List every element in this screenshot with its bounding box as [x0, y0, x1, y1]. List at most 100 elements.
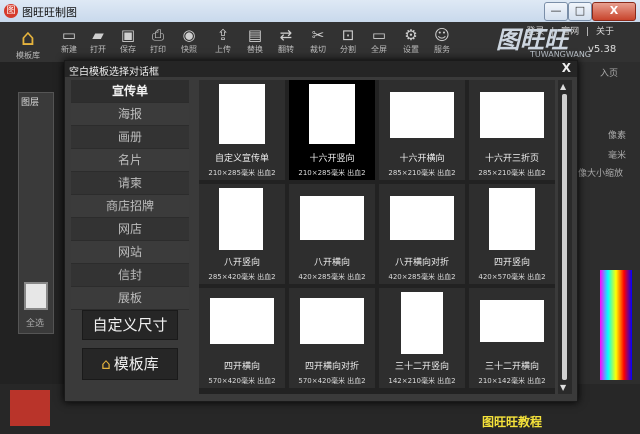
template-library-home-button[interactable]: ⌂ 模板库: [10, 28, 46, 61]
gear-icon: ⚙: [404, 26, 418, 44]
template-card[interactable]: 三十二开横向 210×142毫米 出血2: [469, 288, 555, 388]
category-website[interactable]: 网站: [71, 241, 189, 264]
template-card[interactable]: 八开竖向 285×420毫米 出血2: [199, 184, 285, 284]
replace-icon: ▤: [247, 26, 263, 44]
app-window: 图 图旺旺制图 — □ X 登录 | 官网 | 关于 ⌂ 模板库 ▭ 新建 ▰ 打开…: [0, 0, 640, 434]
flip-icon: ⇄: [279, 26, 293, 44]
layer-thumbnail[interactable]: [24, 282, 48, 310]
scroll-down-icon[interactable]: ▼: [560, 383, 566, 392]
title-bar: 图 图旺旺制图 — □ X: [0, 0, 640, 23]
brand-english: TUWANGWANG: [530, 50, 591, 59]
tool-label: 分割: [340, 45, 356, 54]
template-size: 570×420毫米 出血2: [208, 377, 276, 385]
template-size: 420×285毫米 出血2: [388, 273, 456, 281]
template-size: 210×285毫米 出血2: [298, 169, 366, 177]
template-name: 三十二开竖向: [394, 362, 449, 372]
select-all-label[interactable]: 全选: [26, 316, 44, 329]
category-invitation[interactable]: 请柬: [71, 172, 189, 195]
template-card[interactable]: 四开横向对折 570×420毫米 出血2: [289, 288, 375, 388]
paper-preview: [300, 298, 364, 344]
mm-label: 毫米: [608, 151, 627, 161]
template-name: 十六开竖向: [309, 154, 355, 164]
paper-preview: [489, 188, 535, 250]
template-scrollbar[interactable]: ▲ ▼: [558, 80, 572, 394]
replace-button[interactable]: ▤ 替换: [242, 26, 268, 55]
split-button[interactable]: ⊡ 分割: [335, 26, 361, 55]
service-button[interactable]: ☺ 服务: [429, 26, 455, 55]
template-name: 三十二开横向: [484, 362, 539, 372]
color-palette[interactable]: [600, 270, 632, 380]
tutorial-link[interactable]: 图旺旺教程: [482, 413, 542, 430]
template-size: 285×420毫米 出血2: [208, 273, 276, 281]
paper-preview: [210, 298, 274, 344]
tool-label: 保存: [120, 45, 136, 54]
template-name: 自定义宣传单: [214, 154, 269, 164]
dialog-close-button[interactable]: X: [562, 61, 571, 75]
scroll-up-icon[interactable]: ▲: [560, 82, 566, 91]
fullscreen-button[interactable]: ▭ 全屏: [366, 26, 392, 55]
upload-icon: ⇪: [216, 26, 230, 44]
category-brochure[interactable]: 画册: [71, 126, 189, 149]
category-envelope[interactable]: 信封: [71, 264, 189, 287]
template-name: 四开横向: [223, 362, 260, 372]
template-library-label: 模板库: [113, 355, 159, 373]
scroll-thumb[interactable]: [562, 94, 567, 380]
new-file-icon: ▭: [61, 26, 77, 44]
template-card[interactable]: 十六开横向 285×210毫米 出血2: [379, 80, 465, 180]
template-name: 十六开三折页: [484, 154, 539, 164]
pixel-label: 像素: [608, 131, 627, 141]
template-name: 八开横向: [313, 258, 350, 268]
save-button[interactable]: ▣ 保存: [115, 26, 141, 55]
service-icon: ☺: [434, 26, 450, 44]
category-poster[interactable]: 海报: [71, 103, 189, 126]
upload-button[interactable]: ⇪ 上传: [210, 26, 236, 55]
tool-label: 打印: [150, 45, 166, 54]
template-card[interactable]: 自定义宣传单 210×285毫米 出血2: [199, 80, 285, 180]
template-library-button[interactable]: ⌂ 模板库: [82, 348, 178, 380]
template-size: 210×142毫米 出血2: [478, 377, 546, 385]
split-icon: ⊡: [341, 26, 355, 44]
paper-preview: [309, 84, 355, 144]
category-business-card[interactable]: 名片: [71, 149, 189, 172]
template-card[interactable]: 四开竖向 420×570毫米 出血2: [469, 184, 555, 284]
template-card[interactable]: 十六开三折页 285×210毫米 出血2: [469, 80, 555, 180]
open-button[interactable]: ▰ 打开: [85, 26, 111, 55]
template-name: 十六开横向: [399, 154, 445, 164]
crop-button[interactable]: ✂ 裁切: [305, 26, 331, 55]
print-button[interactable]: ⎙ 打印: [145, 26, 171, 55]
category-shop-sign[interactable]: 商店招牌: [71, 195, 189, 218]
dialog-title: 空白模板选择对话框: [69, 67, 159, 78]
scale-label: 像大小缩放: [578, 169, 624, 179]
template-card-selected[interactable]: 十六开竖向 210×285毫米 出血2: [289, 80, 375, 180]
category-flyer[interactable]: 宣传单: [71, 80, 189, 103]
flip-button[interactable]: ⇄ 翻转: [273, 26, 299, 55]
category-list: 宣传单 海报 画册 名片 请柬 商店招牌 网店 网站 信封 展板: [71, 80, 189, 310]
new-button[interactable]: ▭ 新建: [56, 26, 82, 55]
template-name: 四开横向对折: [304, 362, 359, 372]
settings-button[interactable]: ⚙ 设置: [398, 26, 424, 55]
category-display-board[interactable]: 展板: [71, 287, 189, 310]
printer-icon: ⎙: [151, 26, 164, 44]
custom-size-button[interactable]: 自定义尺寸: [82, 310, 178, 340]
snapshot-button[interactable]: ◉ 快照: [176, 26, 202, 55]
page-thumbnail[interactable]: [10, 390, 50, 426]
minimize-button[interactable]: —: [544, 2, 568, 21]
enter-page-label: 入页: [600, 69, 619, 79]
maximize-button[interactable]: □: [568, 2, 592, 21]
template-name: 四开竖向: [493, 258, 530, 268]
template-size: 420×570毫米 出血2: [478, 273, 546, 281]
close-window-button[interactable]: X: [592, 2, 636, 21]
tool-label: 设置: [403, 45, 419, 54]
template-card[interactable]: 八开横向对折 420×285毫米 出血2: [379, 184, 465, 284]
template-size: 570×420毫米 出血2: [298, 377, 366, 385]
template-card[interactable]: 八开横向 420×285毫米 出血2: [289, 184, 375, 284]
paper-preview: [480, 300, 544, 342]
tool-label: 裁切: [310, 45, 326, 54]
template-card[interactable]: 三十二开竖向 142×210毫米 出血2: [379, 288, 465, 388]
template-size: 420×285毫米 出血2: [298, 273, 366, 281]
house-icon: ⌂: [21, 26, 35, 51]
version-label: v5.38: [588, 44, 617, 55]
template-card[interactable]: 四开横向 570×420毫米 出血2: [199, 288, 285, 388]
layers-title: 图层: [21, 98, 40, 108]
category-online-shop[interactable]: 网店: [71, 218, 189, 241]
